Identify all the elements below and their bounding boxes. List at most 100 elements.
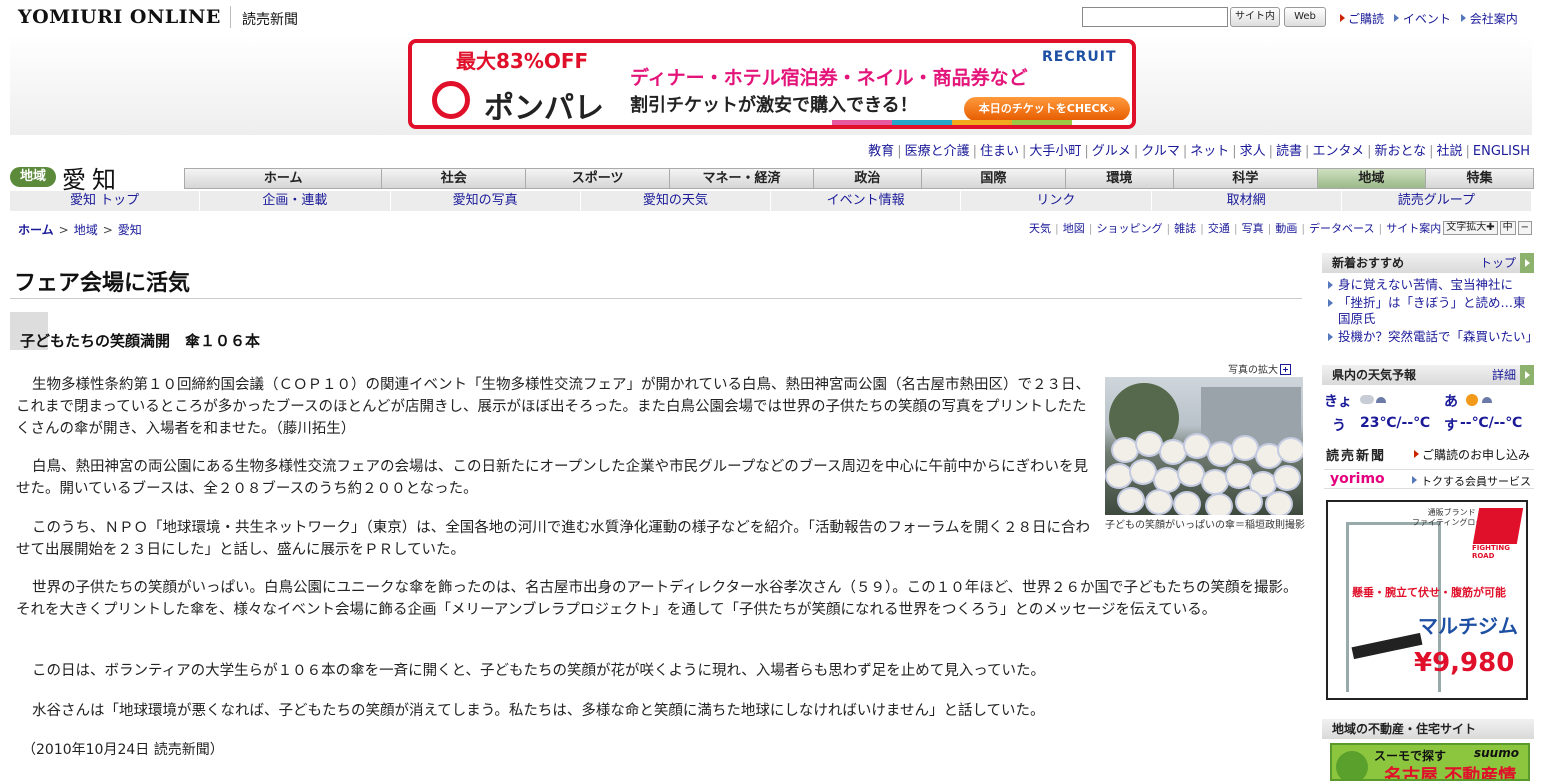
ad-stripe-segment	[1012, 120, 1072, 125]
category-link[interactable]: ENGLISH	[1473, 144, 1530, 159]
yorimo-logo[interactable]: yorimo	[1330, 471, 1385, 487]
nav-tab[interactable]: 国際	[922, 168, 1066, 189]
utility-link[interactable]: 天気	[1029, 222, 1051, 235]
yorimo-link-label: トクする会員サービス	[1421, 475, 1531, 488]
utility-link[interactable]: 雑誌	[1174, 222, 1196, 235]
ad-discount: 最大83%OFF	[456, 49, 589, 73]
suumo-ad[interactable]: スーモで探す suumo 名古屋 不動産情報	[1330, 743, 1530, 781]
news-item[interactable]: 身に覚えない苦情、宝当神社に	[1326, 277, 1532, 293]
utility-link[interactable]: サイト案内	[1386, 222, 1441, 235]
breadcrumb-home[interactable]: ホーム	[18, 223, 54, 237]
header-link-event[interactable]: イベント	[1403, 12, 1451, 26]
category-link[interactable]: グルメ	[1092, 144, 1131, 159]
sub-nav-item[interactable]: 愛知の写真	[391, 191, 581, 211]
utility-link[interactable]: 交通	[1208, 222, 1230, 235]
photo-umbrella	[1145, 489, 1173, 515]
article-photo[interactable]	[1105, 377, 1303, 515]
suumo-mascot-icon	[1336, 751, 1368, 779]
utility-link[interactable]: 写真	[1242, 222, 1264, 235]
font-shrink-button[interactable]: −	[1517, 221, 1532, 235]
sub-nav-item[interactable]: 愛知 トップ	[10, 191, 201, 211]
article-subheading: 子どもたちの笑顔満開 傘１０６本	[20, 332, 261, 350]
category-link[interactable]: 読書	[1276, 144, 1302, 159]
utility-link[interactable]: 動画	[1275, 222, 1297, 235]
category-link[interactable]: 新おとな	[1374, 144, 1426, 159]
category-link[interactable]: 求人	[1240, 144, 1266, 159]
category-link[interactable]: 社説	[1436, 144, 1462, 159]
header-link-company[interactable]: 会社案内	[1470, 12, 1518, 26]
font-medium-button[interactable]: 中	[1499, 221, 1516, 235]
photo-umbrella	[1235, 489, 1263, 515]
utility-link[interactable]: 地図	[1063, 222, 1085, 235]
nav-tab[interactable]: ホーム	[184, 168, 383, 189]
article-paragraph: 生物多様性条約第１０回締約国会議（ＣＯＰ１０）の関連イベント「生物多様性交流フェ…	[16, 377, 1091, 437]
category-separator: |	[1182, 144, 1188, 159]
category-link[interactable]: 大手小町	[1029, 144, 1081, 159]
ad-product-name: マルチジム	[1418, 614, 1518, 638]
category-link[interactable]: 住まい	[980, 144, 1019, 159]
ad-stripe-segment	[472, 120, 532, 125]
recommended-top-link[interactable]: トップ	[1480, 253, 1516, 273]
category-link[interactable]: エンタメ	[1312, 144, 1364, 159]
category-separator: |	[1305, 144, 1310, 159]
ad-stripe-segment	[652, 120, 712, 125]
ponpare-ad-banner[interactable]: 最大83%OFF ポンパレ ディナー・ホテル宿泊券・ネイル・商品券など 割引チケ…	[408, 39, 1136, 129]
breadcrumb-region[interactable]: 地域	[74, 223, 98, 237]
main-nav: ホーム 社会 スポーツ マネー・経済 政治 国際 環境 科学 地域 特集	[184, 168, 1535, 189]
category-link[interactable]: 教育	[868, 144, 894, 159]
breadcrumb-aichi[interactable]: 愛知	[118, 223, 142, 237]
site-logo[interactable]: YOMIURI ONLINE	[18, 6, 221, 28]
ad-stripe-segment	[772, 120, 832, 125]
category-link[interactable]: クルマ	[1141, 144, 1180, 159]
subscription-link[interactable]: ご購読のお申し込み	[1414, 446, 1530, 463]
search-input[interactable]	[1082, 7, 1228, 27]
category-link[interactable]: ネット	[1190, 144, 1229, 159]
nav-tab[interactable]: 社会	[382, 168, 527, 189]
nav-tab[interactable]: スポーツ	[526, 168, 671, 189]
nav-tab[interactable]: 地域	[1317, 168, 1426, 189]
category-separator: |	[1367, 144, 1372, 159]
umbrella-icon	[1482, 397, 1492, 403]
ad-stripe-segment	[832, 120, 892, 125]
photo-enlarge-link[interactable]: 写真の拡大	[1228, 361, 1291, 376]
breadcrumb-separator: >	[102, 223, 113, 237]
weather-today-label: きょ	[1324, 394, 1352, 410]
nav-tab[interactable]: 科学	[1173, 168, 1318, 189]
weather-detail-link[interactable]: 詳細	[1492, 365, 1516, 385]
news-item[interactable]: 「挫折」は「きぼう」と読め…東国原氏	[1326, 295, 1532, 327]
utility-link[interactable]: データベース	[1309, 222, 1374, 235]
news-item[interactable]: 投機か？突然電話で「森買いたい」	[1326, 329, 1538, 345]
nav-tab[interactable]: 特集	[1425, 168, 1535, 189]
photo-enlarge-label: 写真の拡大	[1228, 365, 1278, 376]
utility-link[interactable]: ショッピング	[1096, 222, 1162, 235]
category-link[interactable]: 医療と介護	[905, 144, 970, 159]
nav-tab[interactable]: マネー・経済	[670, 168, 814, 189]
header-link-subscribe[interactable]: ご購読	[1348, 12, 1384, 26]
ad-tagline: 懸垂・腕立て伏せ・腹筋が可能	[1352, 586, 1506, 599]
utility-links: 天気 | 地図 | ショッピング | 雑誌 | 交通 | 写真 | 動画 | データベース | サイト案内 文字…	[1029, 220, 1532, 236]
chevron-right-icon[interactable]	[1520, 253, 1534, 273]
yorimo-link[interactable]: トクする会員サービス	[1412, 473, 1531, 489]
recommended-news-list: 身に覚えない苦情、宝当神社に 「挫折」は「きぼう」と読め…東国原氏 投機か？突然…	[1326, 277, 1538, 347]
utility-separator: |	[1166, 222, 1171, 235]
category-separator: |	[1465, 144, 1470, 159]
nav-tab[interactable]: 政治	[813, 168, 922, 189]
ad-stripe-segment	[952, 120, 1012, 125]
photo-umbrella	[1273, 465, 1301, 491]
sub-nav-item[interactable]: 企画・連載	[200, 191, 391, 211]
sub-nav-item[interactable]: イベント情報	[771, 191, 962, 211]
nav-tab[interactable]: 環境	[1065, 168, 1174, 189]
ad-cta-button[interactable]: 本日のチケットをCHECK»	[964, 97, 1130, 121]
sub-nav-item[interactable]: 読売グループ	[1342, 191, 1532, 211]
search-site-button[interactable]: サイト内	[1230, 7, 1280, 27]
chevron-right-icon[interactable]	[1520, 365, 1534, 385]
umbrella-icon	[1376, 397, 1386, 403]
sub-nav-item[interactable]: 愛知の天気	[581, 191, 771, 211]
font-enlarge-button[interactable]: 文字拡大✚	[1443, 221, 1498, 235]
subscription-row: 読売新聞 ご購読のお申し込み	[1324, 444, 1534, 464]
fitness-ad[interactable]: 通販ブランド ファイティングロード FIGHTING ROAD 懸垂・腕立て伏せ…	[1326, 500, 1528, 700]
ponpare-logo-icon	[432, 81, 470, 119]
sub-nav-item[interactable]: リンク	[961, 191, 1152, 211]
search-web-button[interactable]: Web	[1284, 7, 1326, 27]
sub-nav-item[interactable]: 取材網	[1152, 191, 1342, 211]
